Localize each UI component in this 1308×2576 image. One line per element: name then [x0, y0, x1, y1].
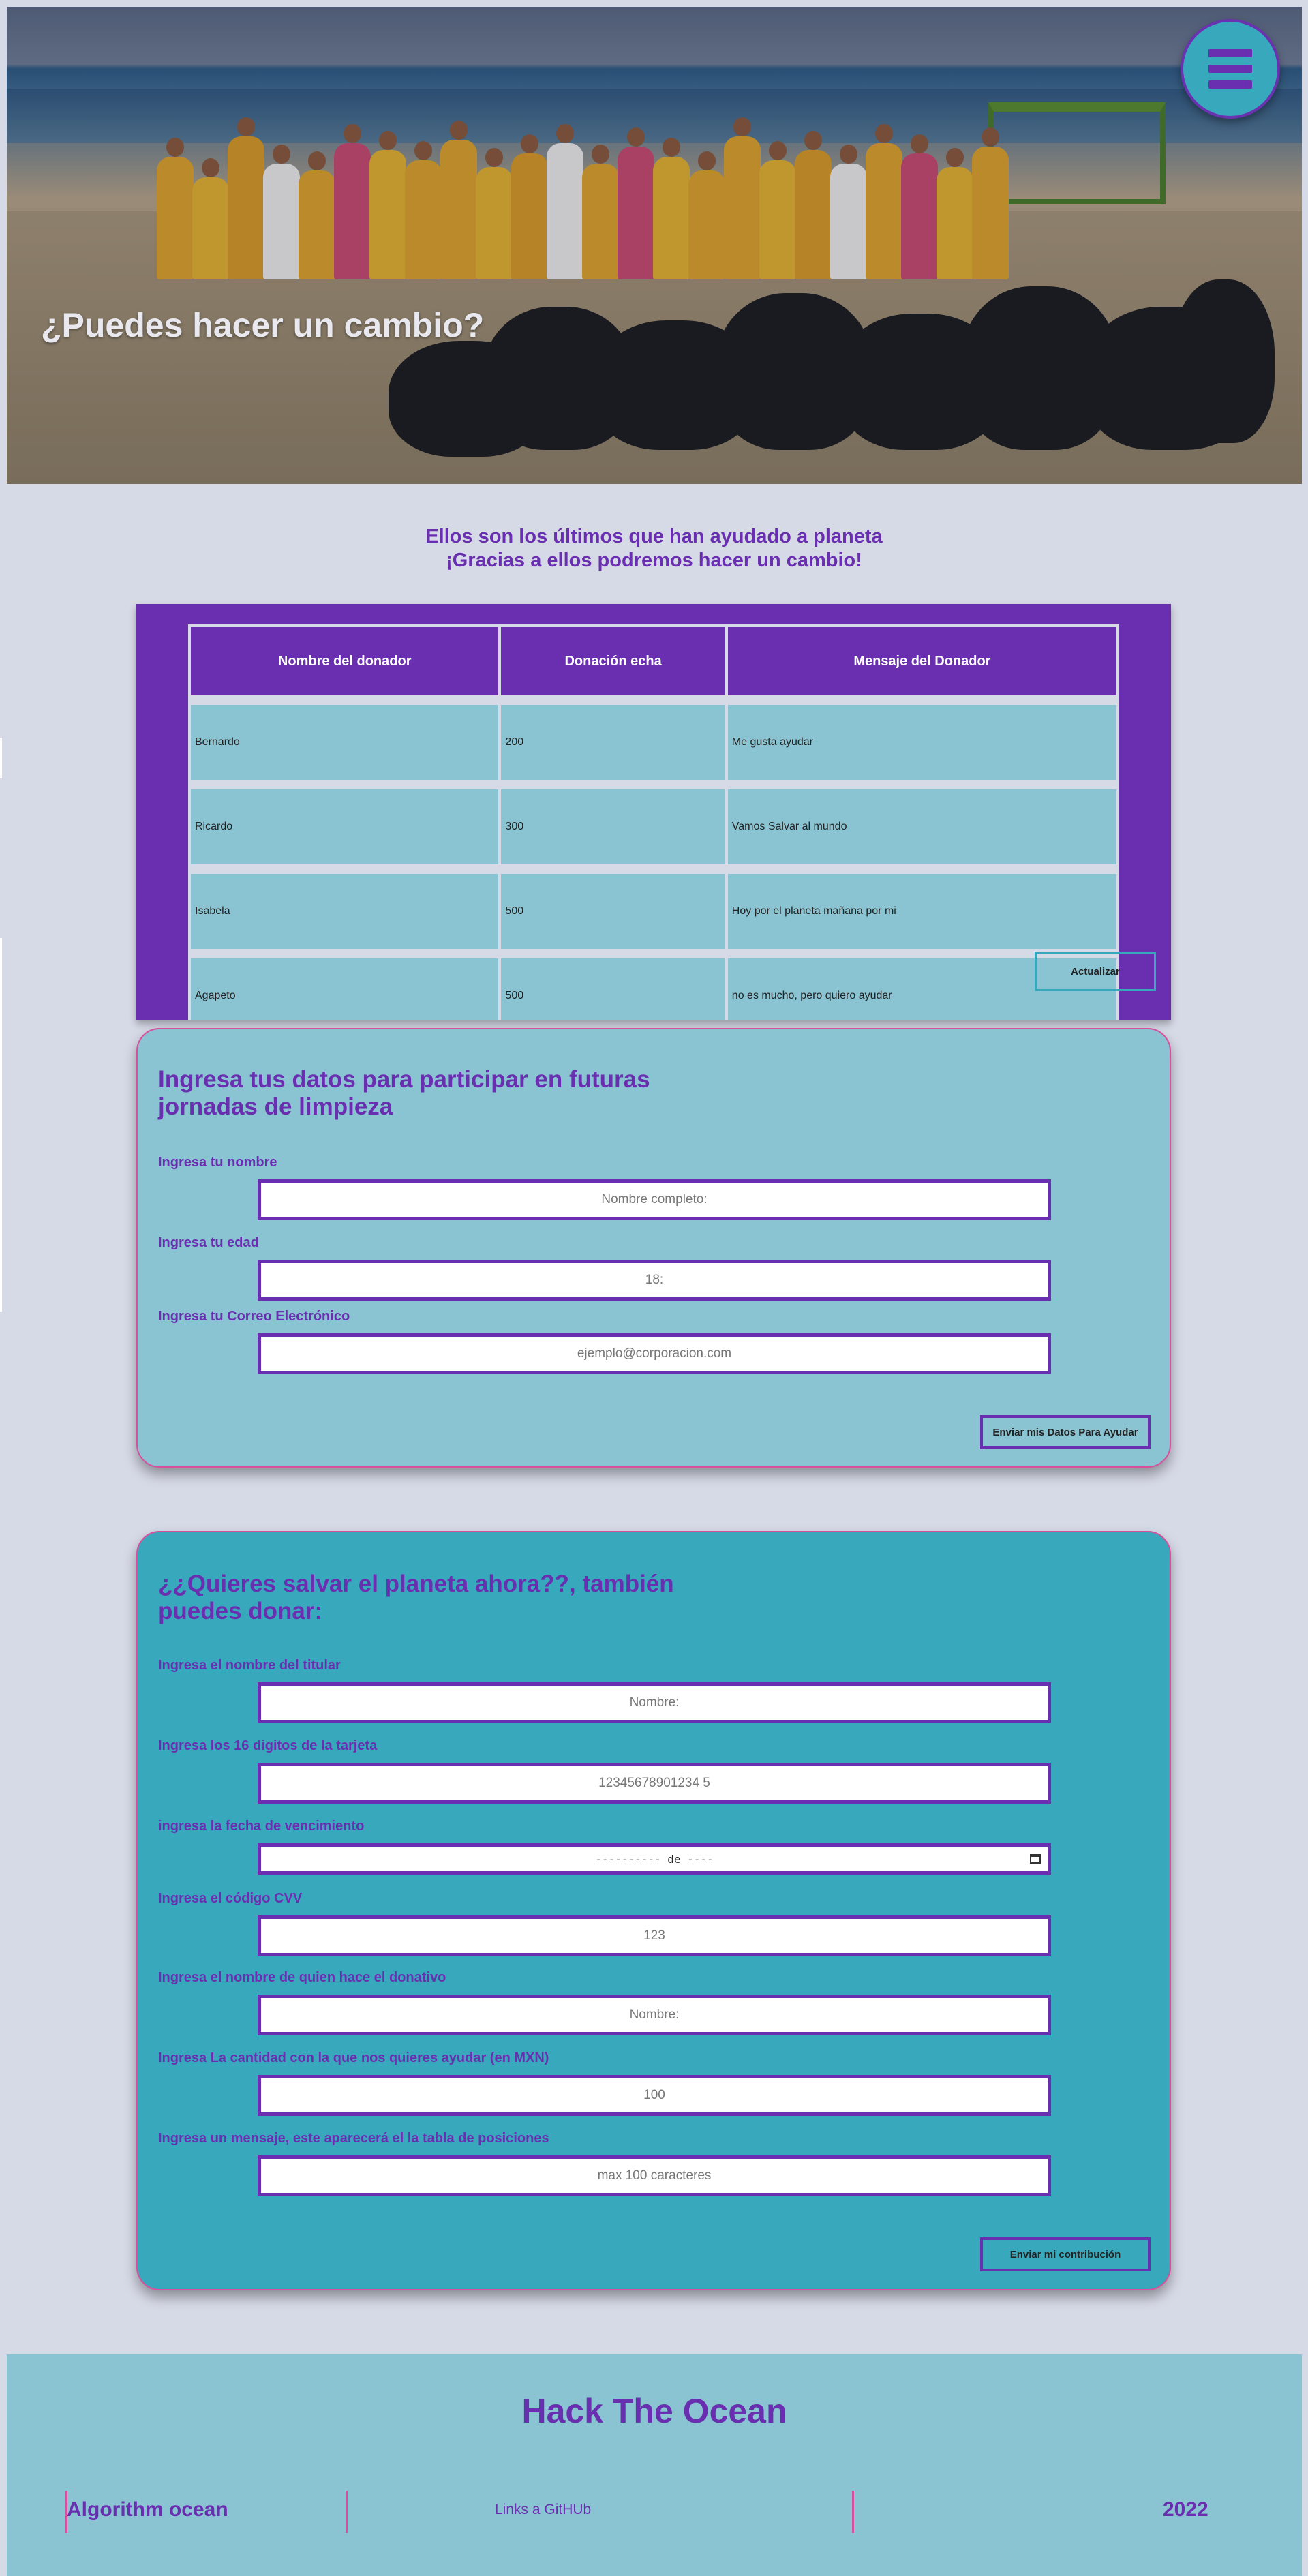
amount-placeholder: 100 [643, 2088, 665, 2102]
donors-table-scroll[interactable]: Nombre del donador Donación echa Mensaje… [188, 624, 1119, 1020]
donors-intro: Ellos son los últimos que han ayudado a … [0, 525, 1308, 573]
cvv-placeholder: 123 [643, 1928, 665, 1943]
donor-name-label: Ingresa el nombre de quien hace el donat… [158, 1970, 446, 1985]
footer-divider [852, 2491, 854, 2533]
footer-brand: Algorithm ocean [67, 2498, 228, 2521]
donation-form: ¿¿Quieres salvar el planeta ahora??, tam… [136, 1531, 1171, 2290]
holder-input[interactable]: Nombre: [258, 1682, 1051, 1723]
card-number-input[interactable]: 12345678901234 5 [258, 1763, 1051, 1804]
table-row: Agapeto 500 no es mucho, pero quiero ayu… [191, 958, 1116, 1020]
table-row: Ricardo 300 Vamos Salvar al mundo [191, 789, 1116, 864]
expiry-label: ingresa la fecha de vencimiento [158, 1819, 365, 1834]
donor-name-cell: Ricardo [191, 789, 499, 864]
footer-title: Hack The Ocean [521, 2392, 787, 2430]
left-edge-mark [0, 738, 2, 778]
column-header: Donación echa [501, 627, 725, 695]
card-number-placeholder: 12345678901234 5 [598, 1776, 710, 1790]
donors-table-panel: Nombre del donador Donación echa Mensaje… [136, 604, 1171, 1020]
table-row: Bernardo 200 Me gusta ayudar [191, 705, 1116, 780]
column-header: Mensaje del Donador [727, 627, 1116, 695]
age-input[interactable]: 18: [258, 1260, 1051, 1301]
message-label: Ingresa un mensaje, este aparecerá el la… [158, 2131, 549, 2146]
holder-placeholder: Nombre: [629, 1695, 680, 1710]
message-cell: Me gusta ayudar [727, 705, 1116, 780]
donor-name-cell: Agapeto [191, 958, 499, 1020]
expiry-month-input[interactable]: ---------- de ---- [258, 1843, 1051, 1875]
expiry-value: ---------- de ---- [595, 1852, 714, 1866]
email-placeholder: ejemplo@corporacion.com [577, 1346, 732, 1361]
hero-banner: ¿Puedes hacer un cambio? [7, 7, 1302, 484]
hamburger-menu-icon [1208, 49, 1252, 89]
column-header: Nombre del donador [191, 627, 499, 695]
cvv-input[interactable]: 123 [258, 1915, 1051, 1956]
age-label: Ingresa tu edad [158, 1235, 259, 1250]
send-contribution-button[interactable]: Enviar mi contribución [980, 2237, 1151, 2271]
menu-button[interactable] [1181, 19, 1280, 119]
calendar-icon[interactable] [1030, 1854, 1041, 1864]
footer-year: 2022 [1163, 2498, 1208, 2521]
amount-label: Ingresa La cantidad con la que nos quier… [158, 2050, 549, 2065]
table-header-row: Nombre del donador Donación echa Mensaje… [191, 627, 1116, 695]
footer-divider [346, 2491, 348, 2533]
intro-line-1: Ellos son los últimos que han ayudado a … [425, 526, 883, 547]
cvv-label: Ingresa el código CVV [158, 1891, 303, 1906]
send-volunteer-data-button[interactable]: Enviar mis Datos Para Ayudar [980, 1415, 1151, 1449]
github-link[interactable]: Links a GitHUb [495, 2502, 591, 2518]
name-label: Ingresa tu nombre [158, 1155, 277, 1170]
name-placeholder: Nombre completo: [601, 1192, 708, 1207]
donor-name-cell: Isabela [191, 874, 499, 949]
volunteer-form: Ingresa tus datos para participar en fut… [136, 1028, 1171, 1468]
holder-label: Ingresa el nombre del titular [158, 1658, 341, 1673]
footer: Hack The Ocean Algorithm ocean Links a G… [7, 2354, 1302, 2576]
name-input[interactable]: Nombre completo: [258, 1179, 1051, 1220]
left-edge-mark [0, 938, 2, 1312]
hero-overlay [7, 7, 1302, 484]
message-cell: Hoy por el planeta mañana por mi [727, 874, 1116, 949]
email-label: Ingresa tu Correo Electrónico [158, 1309, 350, 1324]
donation-form-title: ¿¿Quieres salvar el planeta ahora??, tam… [158, 1571, 674, 1624]
hero-title: ¿Puedes hacer un cambio? [41, 306, 485, 344]
age-placeholder: 18: [645, 1273, 664, 1287]
donors-table: Nombre del donador Donación echa Mensaje… [188, 624, 1119, 1020]
donation-cell: 200 [501, 705, 725, 780]
donor-name-placeholder: Nombre: [629, 2007, 680, 2022]
amount-input[interactable]: 100 [258, 2075, 1051, 2116]
donation-cell: 500 [501, 958, 725, 1020]
intro-line-2: ¡Gracias a ellos podremos hacer un cambi… [446, 549, 862, 571]
update-table-button[interactable]: Actualizar [1035, 952, 1156, 991]
message-input[interactable]: max 100 caracteres [258, 2155, 1051, 2196]
donor-name-input[interactable]: Nombre: [258, 1995, 1051, 2035]
donor-name-cell: Bernardo [191, 705, 499, 780]
donation-cell: 500 [501, 874, 725, 949]
table-row: Isabela 500 Hoy por el planeta mañana po… [191, 874, 1116, 949]
card-number-label: Ingresa los 16 digitos de la tarjeta [158, 1738, 378, 1753]
message-cell: Vamos Salvar al mundo [727, 789, 1116, 864]
donation-cell: 300 [501, 789, 725, 864]
message-placeholder: max 100 caracteres [597, 2168, 712, 2183]
email-input[interactable]: ejemplo@corporacion.com [258, 1333, 1051, 1374]
volunteer-form-title: Ingresa tus datos para participar en fut… [158, 1066, 650, 1120]
